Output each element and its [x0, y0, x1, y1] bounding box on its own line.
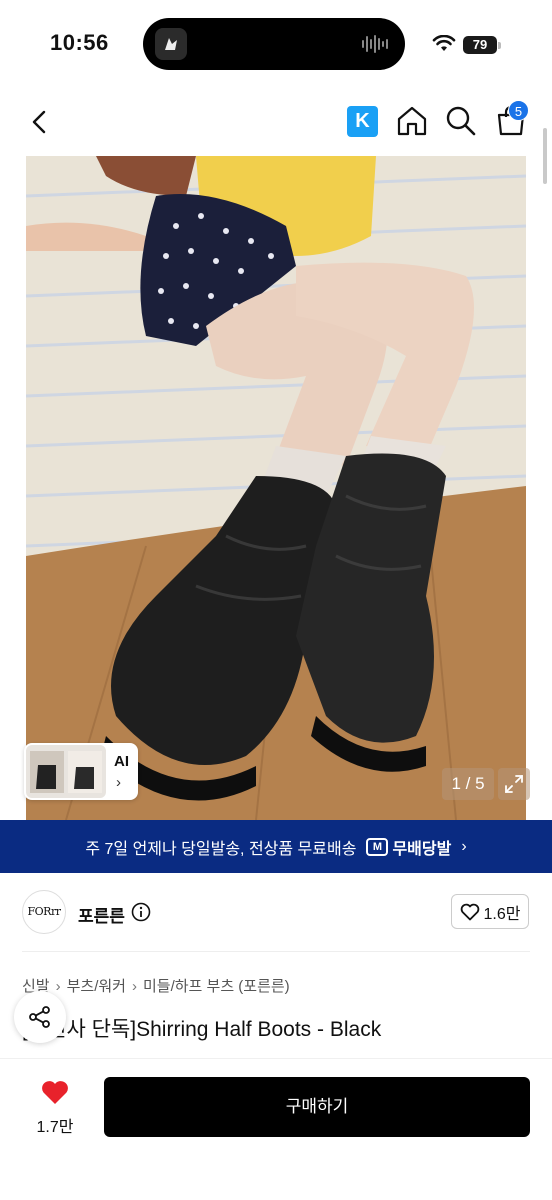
- mubaedangbal-mark: M: [366, 837, 389, 856]
- battery-level: 79: [463, 36, 497, 54]
- mubaedangbal-logo: M 무배당발: [366, 835, 451, 859]
- breadcrumb: 신발 › 부츠/워커 › 미들/하프 부츠 (포른른): [22, 975, 290, 996]
- brand-like-button[interactable]: 1.6만: [451, 894, 529, 929]
- banner-chevron-icon: ›: [461, 837, 467, 855]
- scrollbar[interactable]: [543, 128, 547, 184]
- kakao-k-button[interactable]: K: [347, 106, 378, 137]
- chevron-right-icon: ›: [116, 774, 121, 791]
- product-image[interactable]: [26, 156, 526, 820]
- back-icon[interactable]: [24, 106, 56, 138]
- ai-styling-button[interactable]: AI ›: [24, 743, 138, 800]
- ai-label: AI: [114, 753, 129, 770]
- wifi-icon: [432, 35, 456, 51]
- share-button[interactable]: [14, 991, 66, 1043]
- divider: [22, 951, 530, 952]
- dynamic-island: [143, 18, 405, 70]
- battery-tip: [498, 42, 501, 49]
- bottom-action-bar: 1.7만 구매하기: [0, 1058, 552, 1200]
- cart-count-badge: 5: [508, 100, 529, 121]
- home-icon[interactable]: [395, 104, 429, 138]
- search-icon[interactable]: [444, 104, 478, 138]
- island-app-icon: [155, 28, 187, 60]
- mubaedangbal-text: 무배당발: [392, 840, 452, 858]
- breadcrumb-separator: ›: [131, 978, 137, 995]
- share-icon: [29, 1006, 50, 1028]
- heart-filled-icon[interactable]: [40, 1079, 70, 1106]
- audio-wave-icon: [362, 35, 388, 53]
- product-title: [무신사 단독]Shirring Half Boots - Black: [22, 1018, 382, 1041]
- ai-styling-thumbnail: [26, 745, 106, 798]
- free-shipping-banner[interactable]: 주 7일 언제나 당일발송, 전상품 무료배송 M 무배당발 ›: [0, 820, 552, 873]
- banner-text: 주 7일 언제나 당일발송, 전상품 무료배송: [85, 840, 357, 858]
- buy-button[interactable]: 구매하기: [104, 1077, 530, 1137]
- breadcrumb-item[interactable]: 미들/하프 부츠 (포른른): [143, 978, 290, 995]
- top-nav: K: [0, 96, 552, 148]
- expand-button[interactable]: [498, 768, 530, 800]
- breadcrumb-item[interactable]: 부츠/워커: [67, 978, 126, 995]
- brand-name[interactable]: 포른른: [78, 902, 125, 927]
- status-bar: 10:56 79: [0, 0, 552, 90]
- heart-outline-icon: [460, 903, 479, 920]
- info-icon[interactable]: [131, 902, 151, 922]
- status-time: 10:56: [50, 30, 109, 55]
- product-like-count: 1.7만: [36, 1119, 74, 1136]
- breadcrumb-separator: ›: [55, 978, 61, 995]
- brand-logo[interactable]: FORrr: [22, 890, 66, 934]
- expand-icon: [505, 775, 523, 793]
- image-pager: 1 / 5: [442, 768, 494, 800]
- brand-row: FORrr 포른른 1.6만: [0, 886, 552, 940]
- brand-like-count: 1.6만: [483, 905, 521, 923]
